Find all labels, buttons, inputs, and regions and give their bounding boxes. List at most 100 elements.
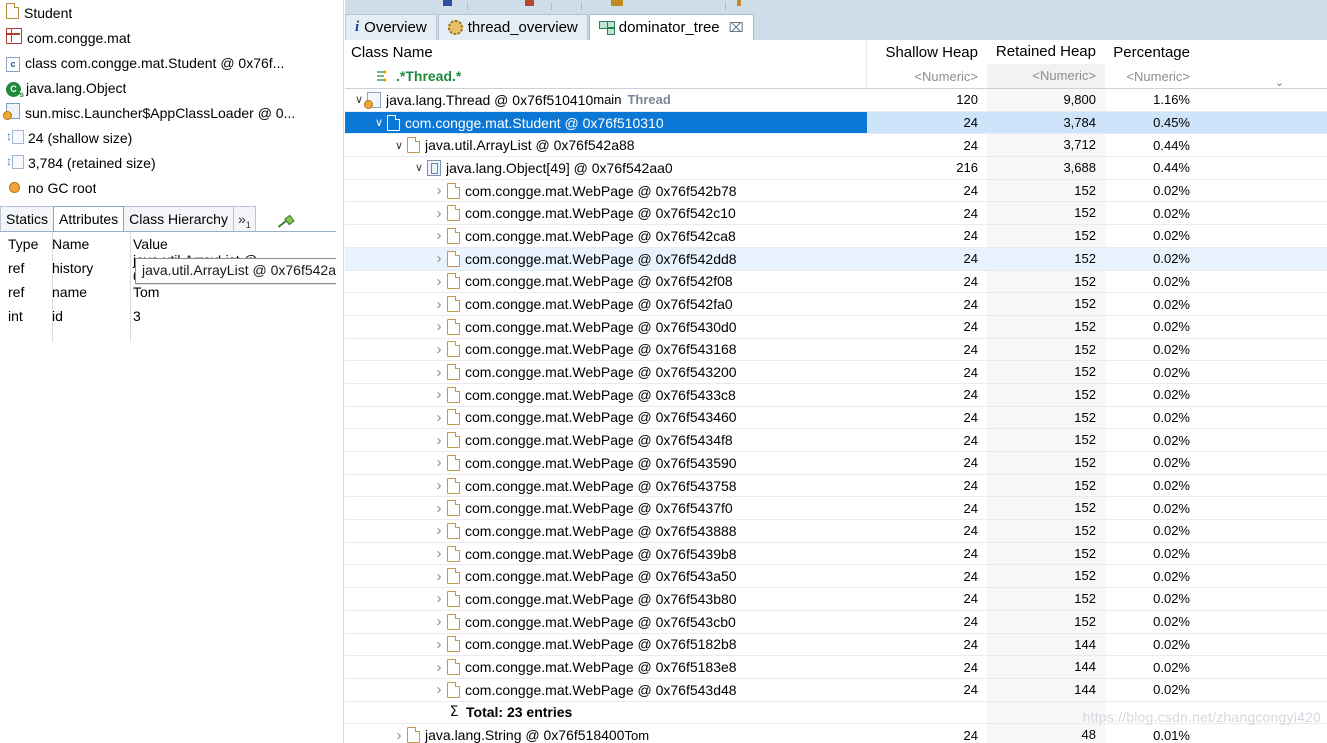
- filter-cell-class-name[interactable]: .*Thread.*: [345, 64, 866, 88]
- filter-text-class-name[interactable]: .*Thread.*: [396, 68, 461, 84]
- editor-tab-thread_overview[interactable]: thread_overview: [438, 14, 588, 40]
- tree-twisty-closed[interactable]: [431, 407, 447, 429]
- cell-class-name[interactable]: com.congge.mat.WebPage @ 0x76f543590: [345, 452, 867, 474]
- inspector-tab-statics[interactable]: Statics: [0, 206, 54, 231]
- table-row[interactable]: com.congge.mat.WebPage @ 0x76f542c102415…: [345, 202, 1327, 225]
- tree-twisty-closed[interactable]: [431, 429, 447, 451]
- attr-header-name[interactable]: Name: [52, 236, 130, 252]
- tree-twisty-closed[interactable]: [431, 611, 447, 633]
- column-header-percentage[interactable]: Percentage: [1105, 44, 1199, 61]
- cell-class-name[interactable]: com.congge.mat.WebPage @ 0x76f543d48: [345, 679, 867, 701]
- tree-twisty-closed[interactable]: [431, 202, 447, 224]
- cell-class-name[interactable]: com.congge.mat.WebPage @ 0x76f543a50: [345, 565, 867, 587]
- tree-twisty-open[interactable]: [391, 134, 407, 156]
- cell-class-name[interactable]: com.congge.mat.WebPage @ 0x76f543888: [345, 520, 867, 542]
- editor-toolbar[interactable]: [345, 0, 1327, 12]
- attr-header-value[interactable]: Value: [130, 236, 336, 252]
- table-row[interactable]: java.util.ArrayList @ 0x76f542a88243,712…: [345, 134, 1327, 157]
- table-row[interactable]: com.congge.mat.WebPage @ 0x76f543b802415…: [345, 588, 1327, 611]
- inspector-row[interactable]: no GC root: [0, 175, 336, 200]
- table-body[interactable]: java.lang.Thread @ 0x76f510410 mainThrea…: [345, 89, 1327, 743]
- cell-class-name[interactable]: com.congge.mat.WebPage @ 0x76f543168: [345, 339, 867, 361]
- table-row[interactable]: com.congge.mat.WebPage @ 0x76f5438882415…: [345, 520, 1327, 543]
- cell-class-name[interactable]: com.congge.mat.WebPage @ 0x76f542f08: [345, 271, 867, 293]
- cell-class-name[interactable]: com.congge.mat.WebPage @ 0x76f5439b8: [345, 543, 867, 565]
- cell-class-name[interactable]: com.congge.mat.WebPage @ 0x76f543758: [345, 475, 867, 497]
- inspector-row[interactable]: Student: [0, 0, 336, 25]
- close-icon[interactable]: ⌧: [729, 20, 744, 36]
- cell-class-name[interactable]: ΣTotal: 23 entries: [345, 702, 867, 724]
- tree-twisty-closed[interactable]: [431, 475, 447, 497]
- cell-class-name[interactable]: com.congge.mat.WebPage @ 0x76f543200: [345, 361, 867, 383]
- inspector-row[interactable]: com.congge.mat: [0, 25, 336, 50]
- table-row[interactable]: com.congge.mat.WebPage @ 0x76f542ca82415…: [345, 225, 1327, 248]
- cell-class-name[interactable]: com.congge.mat.Student @ 0x76f510310: [345, 112, 867, 134]
- filter-cell-shallow-heap[interactable]: <Numeric>: [867, 69, 987, 84]
- cell-class-name[interactable]: com.congge.mat.WebPage @ 0x76f542ca8: [345, 225, 867, 247]
- attribute-row[interactable]: intid3: [0, 304, 336, 328]
- tree-twisty-closed[interactable]: [431, 225, 447, 247]
- table-row[interactable]: com.congge.mat.WebPage @ 0x76f5434602415…: [345, 407, 1327, 430]
- table-row[interactable]: com.congge.mat.WebPage @ 0x76f5437f02415…: [345, 497, 1327, 520]
- editor-tab-overview[interactable]: iOverview: [345, 14, 437, 40]
- cell-class-name[interactable]: com.congge.mat.WebPage @ 0x76f542b78: [345, 180, 867, 202]
- filter-cell-percentage[interactable]: <Numeric>: [1105, 69, 1199, 84]
- cell-class-name[interactable]: com.congge.mat.WebPage @ 0x76f542fa0: [345, 293, 867, 315]
- cell-class-name[interactable]: java.util.ArrayList @ 0x76f542a88: [345, 134, 867, 156]
- table-row[interactable]: com.congge.mat.WebPage @ 0x76f5435902415…: [345, 452, 1327, 475]
- cell-class-name[interactable]: com.congge.mat.WebPage @ 0x76f5437f0: [345, 497, 867, 519]
- cell-class-name[interactable]: com.congge.mat.WebPage @ 0x76f543b80: [345, 588, 867, 610]
- table-row[interactable]: ΣTotal: 23 entries: [345, 702, 1327, 725]
- column-header-class-name[interactable]: Class Name: [345, 40, 866, 64]
- table-row[interactable]: com.congge.mat.Student @ 0x76f510310243,…: [345, 112, 1327, 135]
- tree-twisty-closed[interactable]: [431, 543, 447, 565]
- tree-twisty-closed[interactable]: [391, 724, 407, 743]
- editor-tab-dominator_tree[interactable]: dominator_tree⌧: [589, 14, 754, 40]
- tree-twisty-closed[interactable]: [431, 361, 447, 383]
- cell-class-name[interactable]: com.congge.mat.WebPage @ 0x76f542dd8: [345, 248, 867, 270]
- inspector-object-list[interactable]: Studentcom.congge.matcclass com.congge.m…: [0, 0, 336, 200]
- tree-twisty-closed[interactable]: [431, 634, 447, 656]
- table-row[interactable]: com.congge.mat.WebPage @ 0x76f5432002415…: [345, 361, 1327, 384]
- attribute-value[interactable]: Tom: [130, 284, 336, 300]
- tree-twisty-open[interactable]: [371, 112, 387, 134]
- inspector-row[interactable]: sun.misc.Launcher$AppClassLoader @ 0...: [0, 100, 336, 125]
- tree-twisty-closed[interactable]: [431, 248, 447, 270]
- tree-twisty-closed[interactable]: [431, 180, 447, 202]
- table-row[interactable]: com.congge.mat.WebPage @ 0x76f542dd82415…: [345, 248, 1327, 271]
- cell-class-name[interactable]: com.congge.mat.WebPage @ 0x76f543460: [345, 407, 867, 429]
- table-row[interactable]: com.congge.mat.WebPage @ 0x76f542f082415…: [345, 271, 1327, 294]
- table-row[interactable]: com.congge.mat.WebPage @ 0x76f543d482414…: [345, 679, 1327, 702]
- tree-twisty-closed[interactable]: [431, 293, 447, 315]
- inspector-tab-attributes[interactable]: Attributes: [53, 206, 124, 231]
- table-row[interactable]: com.congge.mat.WebPage @ 0x76f5182b82414…: [345, 634, 1327, 657]
- table-row[interactable]: java.lang.String @ 0x76f518400 Tom24480.…: [345, 724, 1327, 743]
- tree-twisty-closed[interactable]: [431, 452, 447, 474]
- tree-twisty-closed[interactable]: [431, 384, 447, 406]
- tree-twisty-open[interactable]: [411, 157, 427, 179]
- table-row[interactable]: com.congge.mat.WebPage @ 0x76f5430d02415…: [345, 316, 1327, 339]
- cell-class-name[interactable]: com.congge.mat.WebPage @ 0x76f5433c8: [345, 384, 867, 406]
- column-header-retained-heap[interactable]: Retained Heap: [987, 40, 1105, 64]
- inspector-row[interactable]: Cjava.lang.Object: [0, 75, 336, 100]
- tree-twisty-closed[interactable]: [431, 497, 447, 519]
- table-row[interactable]: com.congge.mat.WebPage @ 0x76f5433c82415…: [345, 384, 1327, 407]
- table-row[interactable]: com.congge.mat.WebPage @ 0x76f5434f82415…: [345, 429, 1327, 452]
- inspector-tab-overflow[interactable]: »1: [233, 206, 256, 231]
- cell-class-name[interactable]: com.congge.mat.WebPage @ 0x76f543cb0: [345, 611, 867, 633]
- inspector-row[interactable]: ↕3,784 (retained size): [0, 150, 336, 175]
- attribute-value[interactable]: 3: [130, 308, 336, 324]
- attr-header-type[interactable]: Type: [0, 236, 52, 252]
- cell-class-name[interactable]: com.congge.mat.WebPage @ 0x76f542c10: [345, 202, 867, 224]
- cell-class-name[interactable]: java.lang.Object[49] @ 0x76f542aa0: [345, 157, 867, 179]
- table-row[interactable]: com.congge.mat.WebPage @ 0x76f543a502415…: [345, 565, 1327, 588]
- tree-twisty-closed[interactable]: [431, 588, 447, 610]
- table-row[interactable]: com.congge.mat.WebPage @ 0x76f5431682415…: [345, 339, 1327, 362]
- table-row[interactable]: com.congge.mat.WebPage @ 0x76f5437582415…: [345, 475, 1327, 498]
- inspector-row[interactable]: cclass com.congge.mat.Student @ 0x76f...: [0, 50, 336, 75]
- tree-twisty-closed[interactable]: [431, 339, 447, 361]
- cell-class-name[interactable]: java.lang.Thread @ 0x76f510410 mainThrea…: [345, 89, 867, 111]
- cell-class-name[interactable]: com.congge.mat.WebPage @ 0x76f5183e8: [345, 656, 867, 678]
- tree-twisty-closed[interactable]: [431, 565, 447, 587]
- tree-twisty-closed[interactable]: [431, 520, 447, 542]
